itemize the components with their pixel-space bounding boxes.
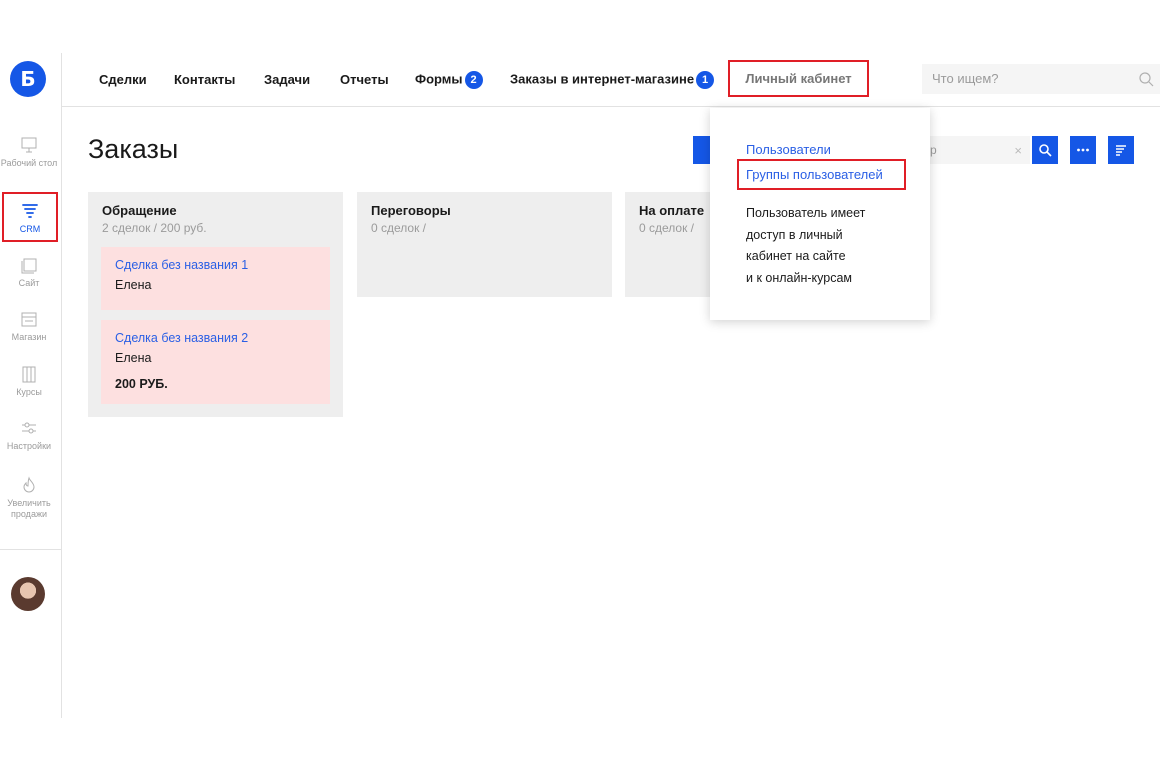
column-title: Переговоры bbox=[371, 203, 451, 218]
search-button[interactable] bbox=[1032, 136, 1058, 164]
column-title: На оплате bbox=[639, 203, 705, 218]
column-summary: 0 сделок / bbox=[639, 221, 695, 235]
sidebar-item-crm[interactable]: CRM bbox=[2, 192, 58, 242]
sidebar-item-label: Настройки bbox=[6, 441, 52, 451]
filter-input[interactable]: р × bbox=[920, 136, 1030, 164]
nav-reports[interactable]: Отчеты bbox=[340, 72, 389, 87]
nav-personal-account[interactable]: Личный кабинет bbox=[728, 60, 869, 97]
dropdown-item-user-groups[interactable]: Группы пользователей bbox=[746, 167, 883, 182]
nav-personal-account-label: Личный кабинет bbox=[745, 71, 852, 86]
pipeline-column-request: Обращение 2 сделок / 200 руб. Сделка без… bbox=[88, 192, 343, 417]
filter-input-text: р bbox=[930, 143, 937, 157]
forms-count-badge: 2 bbox=[464, 71, 483, 89]
deal-title-link[interactable]: Сделка без названия 1 bbox=[115, 258, 248, 272]
page-title: Заказы bbox=[88, 134, 179, 164]
deal-card[interactable]: Сделка без названия 2 Елена 200 РУБ. bbox=[101, 320, 330, 404]
nav-shop-orders-label: Заказы в интернет-магазине bbox=[510, 71, 695, 87]
sidebar-item-label: Увеличить продажи bbox=[7, 498, 51, 519]
more-button[interactable] bbox=[1070, 136, 1096, 164]
orders-count-badge: 1 bbox=[696, 71, 715, 89]
settings-sliders-icon bbox=[22, 422, 36, 434]
sidebar: Б Рабочий стол CRM Сайт Магазин Курсы На… bbox=[0, 53, 62, 718]
clear-filter-icon[interactable]: × bbox=[1014, 143, 1022, 158]
nav-forms-label: Формы bbox=[415, 71, 463, 87]
sidebar-divider bbox=[0, 549, 62, 550]
top-navigation: Сделки Контакты Задачи Отчеты Формы 2 Зак… bbox=[62, 53, 1160, 107]
search-icon[interactable] bbox=[1138, 71, 1154, 87]
avatar[interactable] bbox=[11, 577, 45, 611]
sidebar-item-label: Магазин bbox=[11, 332, 47, 342]
global-search bbox=[922, 64, 1160, 94]
deal-contact: Елена bbox=[115, 351, 152, 365]
pipeline-column-negotiation: Переговоры 0 сделок / bbox=[357, 192, 612, 297]
add-order-button[interactable] bbox=[693, 136, 711, 164]
sidebar-item-shop[interactable]: Магазин bbox=[0, 309, 58, 343]
shop-icon bbox=[21, 312, 37, 327]
sidebar-item-label: Рабочий стол bbox=[0, 158, 58, 168]
flame-icon bbox=[23, 476, 35, 493]
desktop-icon bbox=[21, 137, 37, 153]
brand-logo[interactable]: Б bbox=[10, 61, 46, 97]
courses-icon bbox=[22, 366, 36, 383]
deal-card[interactable]: Сделка без названия 1 Елена bbox=[101, 247, 330, 310]
deal-price: 200 РУБ. bbox=[115, 377, 168, 391]
description-line: доступ в личный bbox=[746, 227, 843, 242]
sidebar-item-site[interactable]: Сайт bbox=[0, 255, 58, 289]
deal-contact: Елена bbox=[115, 278, 152, 292]
search-icon bbox=[1039, 144, 1052, 157]
dropdown-description: Пользователь имеет доступ в личный кабин… bbox=[746, 203, 906, 289]
column-summary: 0 сделок / bbox=[371, 221, 427, 235]
more-dots-icon bbox=[1077, 148, 1089, 152]
sidebar-item-label: Курсы bbox=[16, 387, 42, 397]
sidebar-item-label: CRM bbox=[19, 224, 41, 234]
description-line: кабинет на сайте bbox=[746, 249, 846, 263]
nav-contacts[interactable]: Контакты bbox=[174, 72, 235, 87]
sort-button[interactable] bbox=[1108, 136, 1134, 164]
dropdown-item-users[interactable]: Пользователи bbox=[746, 142, 831, 157]
sidebar-item-increase-sales[interactable]: Увеличить продажи bbox=[0, 475, 58, 520]
site-icon bbox=[21, 258, 37, 274]
column-title: Обращение bbox=[102, 203, 177, 218]
deal-title-link[interactable]: Сделка без названия 2 bbox=[115, 331, 248, 345]
pipeline-column-awaiting-payment: На оплате 0 сделок / bbox=[625, 192, 715, 297]
funnel-icon bbox=[22, 204, 38, 218]
description-line: Пользователь имеет bbox=[746, 206, 866, 220]
description-line: и к онлайн-курсам bbox=[746, 270, 853, 285]
nav-shop-orders[interactable]: Заказы в интернет-магазине 1 bbox=[510, 71, 715, 89]
sort-lines-icon bbox=[1116, 145, 1126, 156]
sidebar-item-courses[interactable]: Курсы bbox=[0, 364, 58, 398]
sidebar-item-desktop[interactable]: Рабочий стол bbox=[0, 135, 58, 169]
search-input[interactable] bbox=[932, 71, 1122, 86]
nav-deals[interactable]: Сделки bbox=[99, 72, 147, 87]
nav-forms[interactable]: Формы 2 bbox=[415, 71, 483, 89]
sidebar-item-label: Сайт bbox=[18, 278, 40, 288]
sidebar-item-settings[interactable]: Настройки bbox=[0, 418, 58, 452]
personal-account-dropdown: Пользователи Группы пользователей Пользо… bbox=[710, 108, 930, 320]
column-summary: 2 сделок / 200 руб. bbox=[102, 221, 207, 235]
nav-tasks[interactable]: Задачи bbox=[264, 72, 310, 87]
